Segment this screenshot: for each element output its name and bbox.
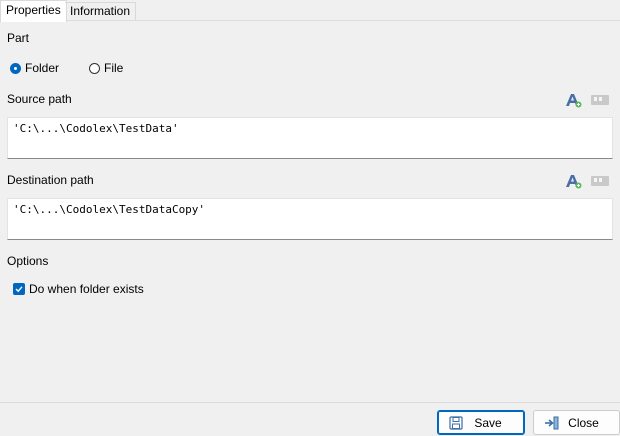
- close-button-label: Close: [568, 415, 599, 430]
- radio-file[interactable]: File: [89, 60, 123, 76]
- floppy-disk-icon: [448, 415, 464, 431]
- tab-information[interactable]: Information: [65, 2, 137, 21]
- tab-bar: Properties Information: [0, 0, 620, 22]
- source-path-value: 'C:\...\Codolex\TestData': [13, 122, 179, 135]
- dialog-footer: [0, 402, 620, 436]
- tab-properties[interactable]: Properties: [0, 0, 67, 22]
- source-path-label: Source path: [7, 92, 72, 106]
- do-when-folder-exists-checkbox[interactable]: Do when folder exists: [13, 282, 144, 296]
- save-button[interactable]: Save: [437, 410, 525, 435]
- destination-expression-icon[interactable]: [563, 173, 583, 189]
- radio-folder-label: Folder: [25, 61, 60, 75]
- part-label: Part: [7, 31, 30, 45]
- checkmark-icon: [13, 283, 25, 295]
- save-button-label: Save: [474, 415, 502, 430]
- options-label: Options: [7, 254, 49, 268]
- destination-path-input[interactable]: 'C:\...\Codolex\TestDataCopy': [7, 198, 613, 240]
- radio-folder[interactable]: Folder: [10, 60, 59, 76]
- destination-path-value: 'C:\...\Codolex\TestDataCopy': [13, 203, 206, 216]
- close-button[interactable]: Close: [533, 410, 620, 435]
- destination-path-label: Destination path: [7, 173, 94, 187]
- tab-information-label: Information: [70, 4, 131, 18]
- radio-file-label: File: [104, 61, 124, 75]
- radio-folder-indicator: [10, 62, 21, 74]
- tab-properties-label: Properties: [6, 3, 61, 17]
- destination-quote-icon[interactable]: [590, 173, 610, 189]
- source-path-input[interactable]: 'C:\...\Codolex\TestData': [7, 117, 613, 159]
- exit-arrow-icon: [544, 415, 560, 431]
- source-quote-icon[interactable]: [590, 92, 610, 108]
- do-when-folder-exists-label: Do when folder exists: [29, 282, 144, 296]
- radio-file-indicator: [89, 62, 100, 74]
- source-expression-icon[interactable]: [563, 92, 583, 108]
